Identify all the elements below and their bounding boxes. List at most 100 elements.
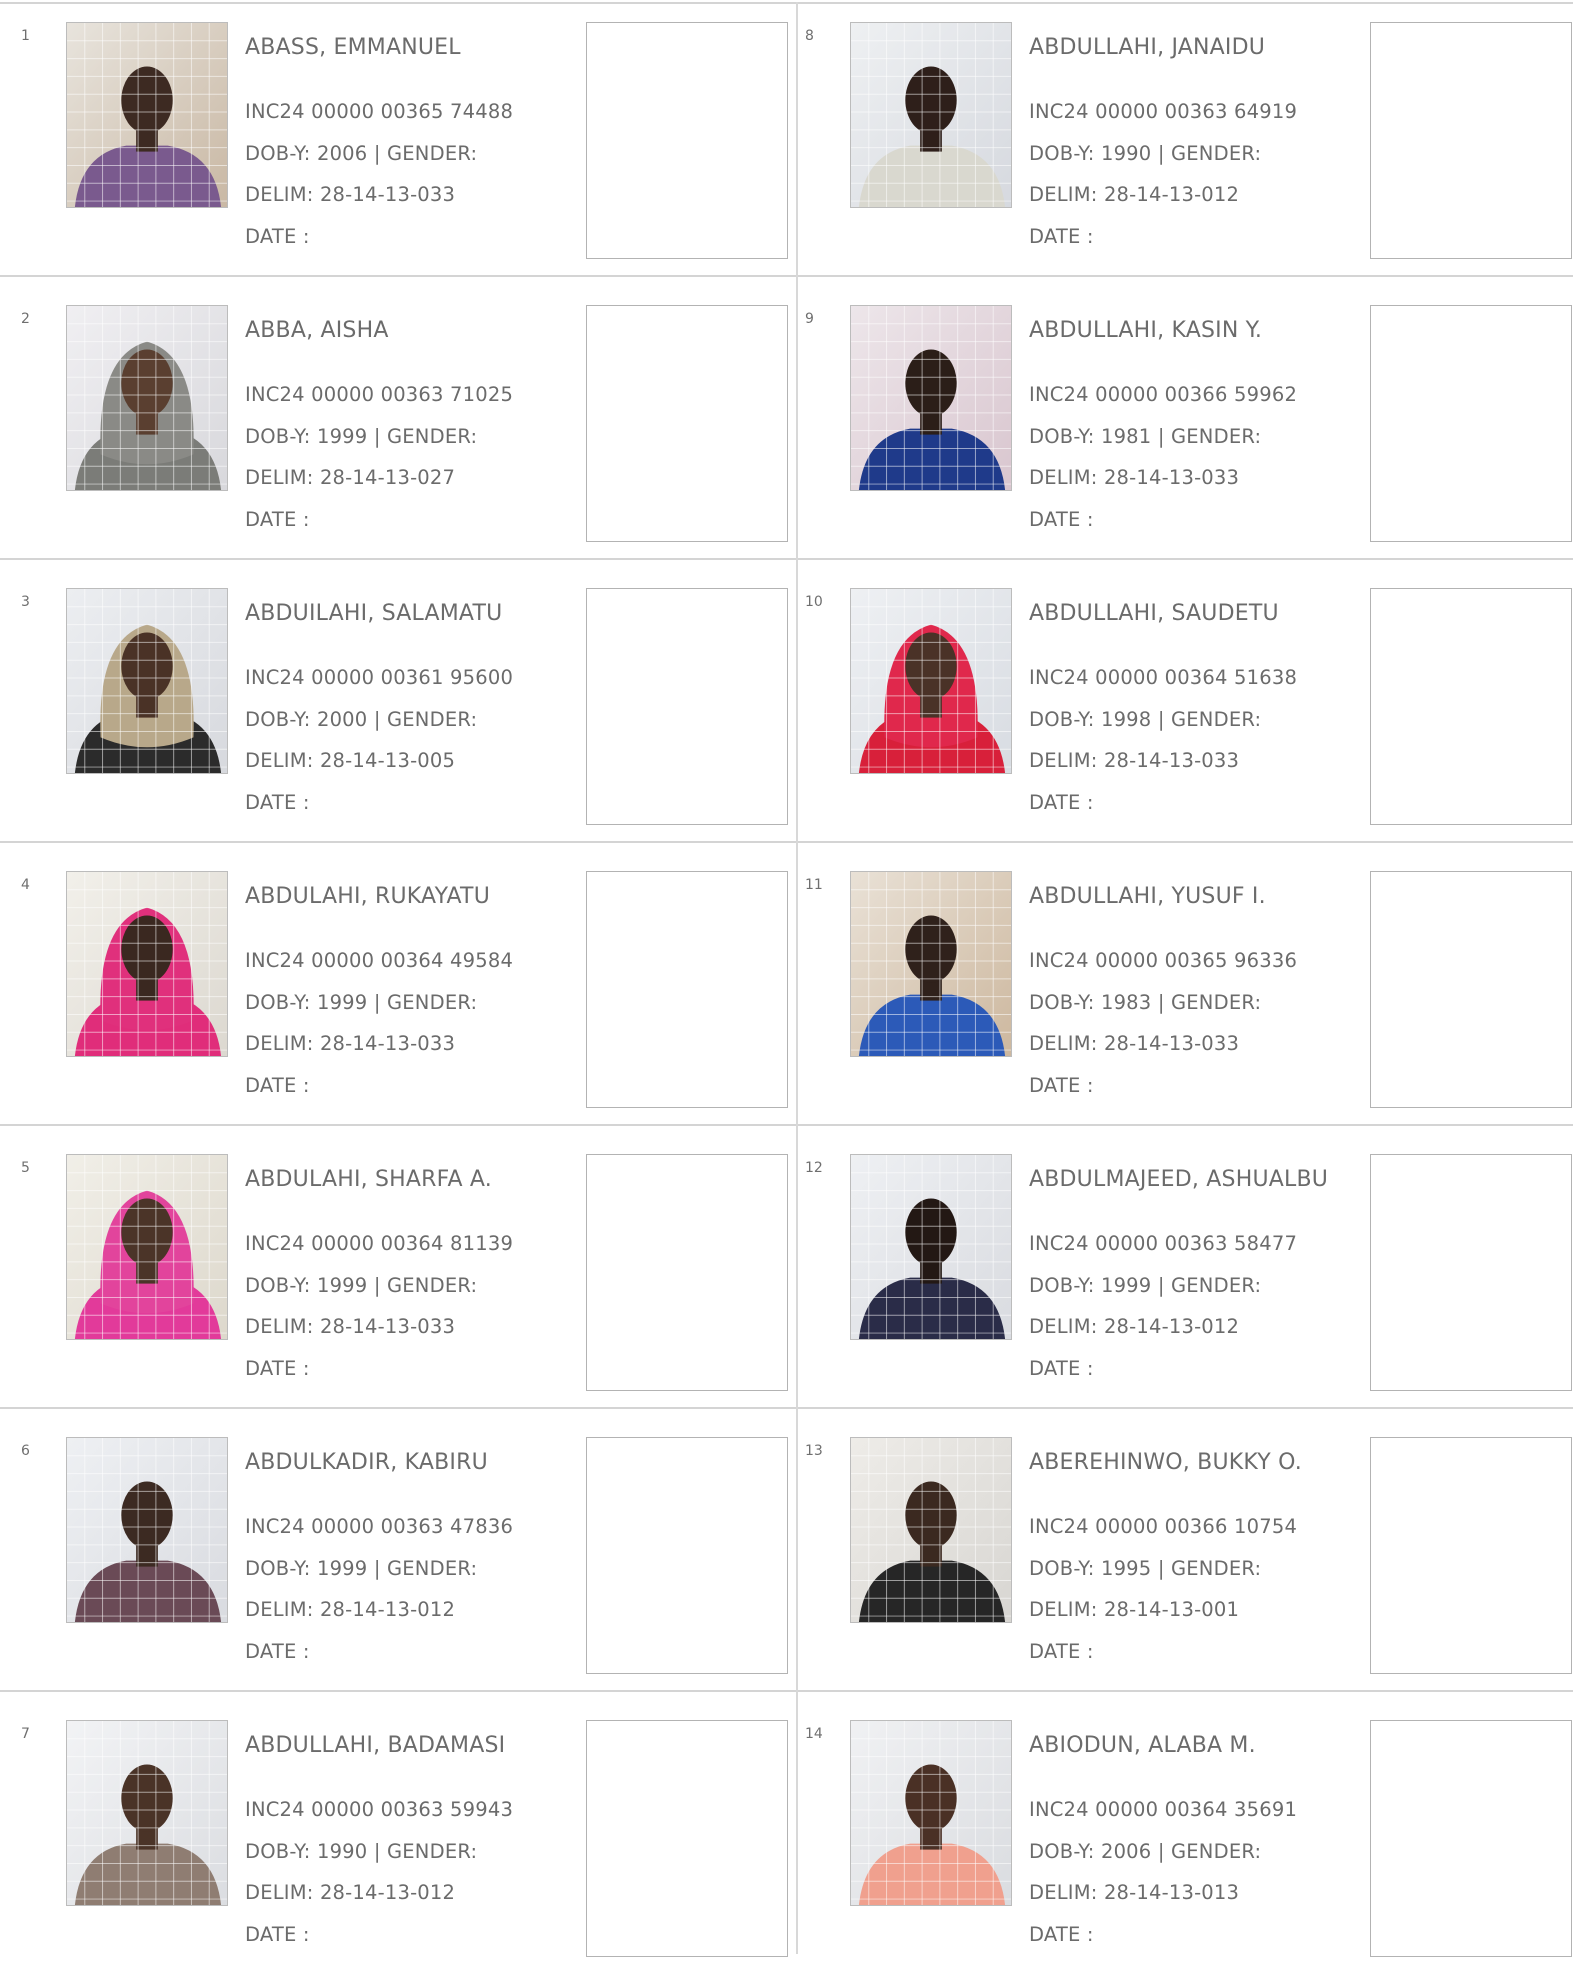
person-name: ABDULAHI, RUKAYATU (245, 884, 490, 909)
inc-number: INC24 00000 00363 58477 (1029, 1232, 1298, 1255)
inc-number: INC24 00000 00363 71025 (245, 383, 514, 406)
serial-number: 3 (21, 594, 30, 610)
dob-year: 1998 (1100, 708, 1152, 731)
gender-label: | GENDER: (1157, 142, 1262, 165)
gender-label: | GENDER: (1157, 1557, 1262, 1580)
record-card: 4 ABDULAHI, RUKAYATU INC24 00000 00364 495… (0, 851, 796, 1134)
inc-number: INC24 00000 00363 59943 (245, 1798, 514, 1821)
person-photo (850, 1437, 1012, 1623)
inc-number: INC24 00000 00364 49584 (245, 949, 514, 972)
serial-number: 7 (21, 1726, 30, 1742)
dob-label: DOB-Y: (1029, 1840, 1095, 1863)
delim-line: DELIM: 28-14-13-012 (245, 1881, 455, 1904)
signature-box (1370, 871, 1572, 1108)
serial-number: 11 (805, 877, 823, 893)
person-name: ABDULLAHI, YUSUF I. (1029, 884, 1266, 909)
inc-number: INC24 00000 00364 51638 (1029, 666, 1298, 689)
signature-box (586, 588, 788, 825)
gender-label: | GENDER: (373, 991, 478, 1014)
delim-line: DELIM: 28-14-13-033 (1029, 1032, 1239, 1055)
person-photo (66, 871, 228, 1057)
delim-code: 28-14-13-033 (1103, 749, 1240, 772)
delim-label: DELIM: (1029, 1598, 1098, 1621)
dob-label: DOB-Y: (245, 1840, 311, 1863)
record-card: 5 ABDULAHI, SHARFA A. INC24 00000 00364 81… (0, 1134, 796, 1417)
dob-gender-line: DOB-Y: 1999 | GENDER: (245, 991, 477, 1014)
delim-label: DELIM: (245, 466, 314, 489)
dob-gender-line: DOB-Y: 2006 | GENDER: (1029, 1840, 1261, 1863)
dob-year: 1999 (316, 1557, 368, 1580)
dob-label: DOB-Y: (245, 708, 311, 731)
delim-code: 28-14-13-027 (319, 466, 456, 489)
gender-label: | GENDER: (1157, 708, 1262, 731)
delim-line: DELIM: 28-14-13-012 (245, 1598, 455, 1621)
dob-gender-line: DOB-Y: 1999 | GENDER: (245, 1274, 477, 1297)
inc-number: INC24 00000 00361 95600 (245, 666, 514, 689)
person-name: ABIODUN, ALABA M. (1029, 1733, 1256, 1758)
record-card: 11 ABDULLAHI, YUSUF I. INC24 00000 00365 9… (784, 851, 1573, 1134)
record-card: 1 ABASS, EMMANUEL INC24 00000 00365 74488 D… (0, 2, 796, 285)
delim-label: DELIM: (245, 749, 314, 772)
delim-label: DELIM: (1029, 1315, 1098, 1338)
gender-label: | GENDER: (1157, 1840, 1262, 1863)
date-label: DATE : (245, 1923, 310, 1946)
person-photo (850, 22, 1012, 208)
person-name: ABDULLAHI, KASIN Y. (1029, 318, 1263, 343)
delim-line: DELIM: 28-14-13-033 (1029, 749, 1239, 772)
person-photo (850, 871, 1012, 1057)
record-card: 8 ABDULLAHI, JANAIDU INC24 00000 00363 649… (784, 2, 1573, 285)
dob-year: 1995 (1100, 1557, 1152, 1580)
person-photo (850, 305, 1012, 491)
serial-number: 6 (21, 1443, 30, 1459)
dob-label: DOB-Y: (245, 991, 311, 1014)
inc-number: INC24 00000 00363 47836 (245, 1515, 514, 1538)
record-card: 2 ABBA, AISHA INC24 00000 00363 71025 DOB-Y… (0, 285, 796, 568)
signature-box (586, 1720, 788, 1957)
date-label: DATE : (1029, 1640, 1094, 1663)
delim-label: DELIM: (245, 1881, 314, 1904)
signature-box (1370, 22, 1572, 259)
date-label: DATE : (245, 225, 310, 248)
date-label: DATE : (1029, 1074, 1094, 1097)
gender-label: | GENDER: (1157, 425, 1262, 448)
delim-label: DELIM: (245, 1315, 314, 1338)
serial-number: 2 (21, 311, 30, 327)
delim-code: 28-14-13-012 (319, 1598, 456, 1621)
person-photo (66, 22, 228, 208)
serial-number: 8 (805, 28, 814, 44)
delim-code: 28-14-13-033 (319, 1315, 456, 1338)
dob-label: DOB-Y: (1029, 142, 1095, 165)
dob-year: 1981 (1100, 425, 1152, 448)
signature-box (586, 871, 788, 1108)
dob-year: 1999 (316, 991, 368, 1014)
gender-label: | GENDER: (373, 1274, 478, 1297)
record-card: 6 ABDULKADIR, KABIRU INC24 00000 00363 478… (0, 1417, 796, 1700)
delim-line: DELIM: 28-14-13-005 (245, 749, 455, 772)
register-sheet: 1 ABASS, EMMANUEL INC24 00000 00365 74488 D… (0, 0, 1573, 1957)
dob-gender-line: DOB-Y: 1999 | GENDER: (1029, 1274, 1261, 1297)
delim-code: 28-14-13-001 (1103, 1598, 1240, 1621)
inc-number: INC24 00000 00366 10754 (1029, 1515, 1298, 1538)
dob-label: DOB-Y: (1029, 708, 1095, 731)
person-name: ABDULAHI, SHARFA A. (245, 1167, 492, 1192)
serial-number: 4 (21, 877, 30, 893)
dob-label: DOB-Y: (245, 1274, 311, 1297)
inc-number: INC24 00000 00364 81139 (245, 1232, 514, 1255)
date-label: DATE : (245, 1357, 310, 1380)
delim-code: 28-14-13-012 (1103, 183, 1240, 206)
person-name: ABDULKADIR, KABIRU (245, 1450, 488, 1475)
dob-gender-line: DOB-Y: 2000 | GENDER: (245, 708, 477, 731)
dob-label: DOB-Y: (245, 425, 311, 448)
dob-gender-line: DOB-Y: 1990 | GENDER: (1029, 142, 1261, 165)
dob-gender-line: DOB-Y: 1983 | GENDER: (1029, 991, 1261, 1014)
signature-box (586, 1437, 788, 1674)
person-name: ABDULLAHI, SAUDETU (1029, 601, 1279, 626)
dob-label: DOB-Y: (1029, 1557, 1095, 1580)
signature-box (1370, 1154, 1572, 1391)
delim-line: DELIM: 28-14-13-033 (1029, 466, 1239, 489)
delim-label: DELIM: (1029, 466, 1098, 489)
inc-number: INC24 00000 00365 96336 (1029, 949, 1298, 972)
person-photo (66, 305, 228, 491)
person-name: ABASS, EMMANUEL (245, 35, 461, 60)
dob-year: 1999 (316, 425, 368, 448)
